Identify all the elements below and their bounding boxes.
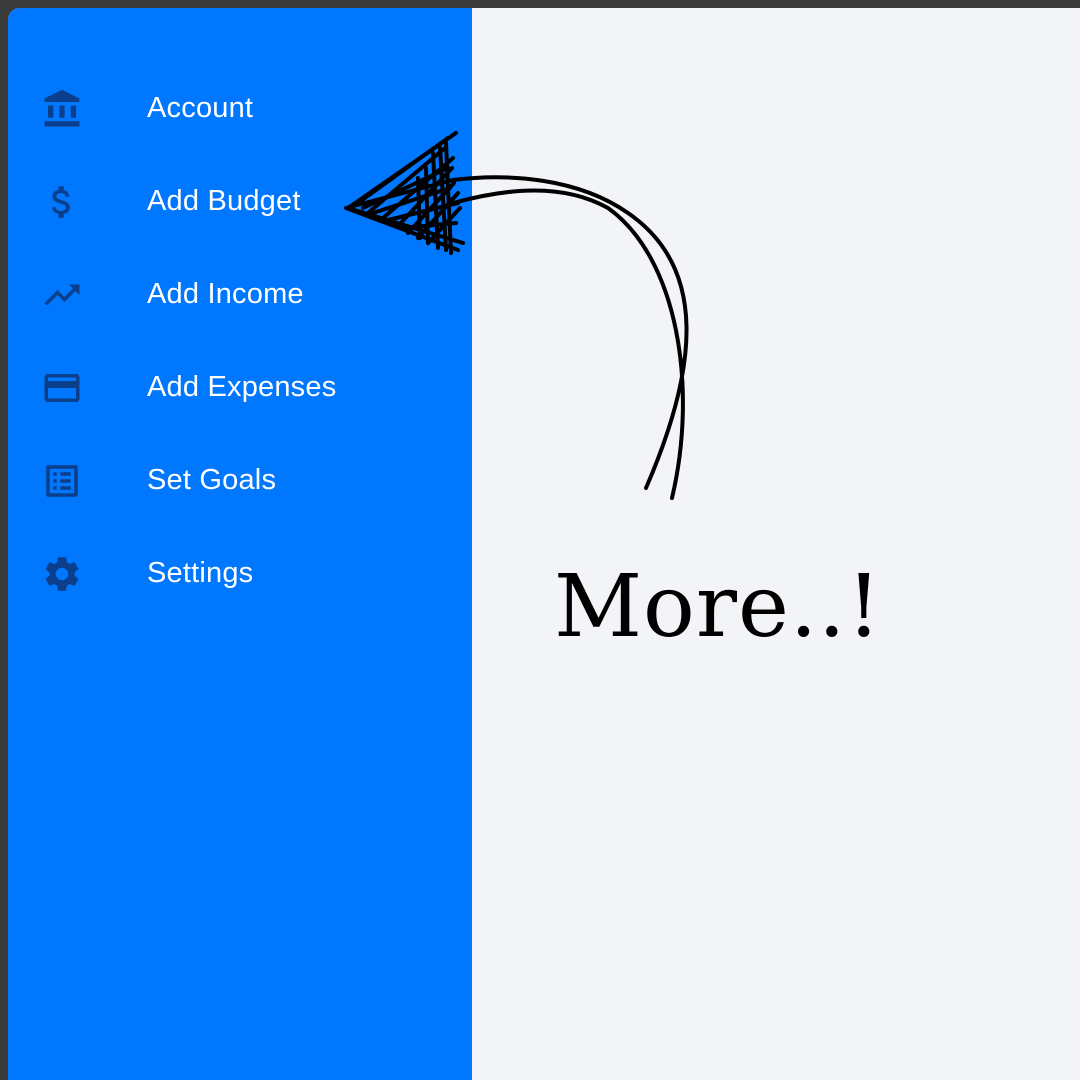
annotation-text: More..! (554, 557, 883, 657)
app-window: Account Add Budget Add Income Add Expens… (8, 8, 1080, 1080)
bank-icon (40, 87, 84, 131)
sidebar: Account Add Budget Add Income Add Expens… (8, 8, 472, 1080)
dollar-icon (40, 180, 84, 224)
gear-icon (40, 552, 84, 596)
sidebar-item-label: Settings (147, 557, 254, 589)
sidebar-item-add-expenses[interactable]: Add Expenses (8, 341, 472, 434)
main-content (472, 8, 1080, 1080)
list-icon (40, 459, 84, 503)
sidebar-item-account[interactable]: Account (8, 62, 472, 155)
credit-card-icon (40, 366, 84, 410)
sidebar-item-settings[interactable]: Settings (8, 527, 472, 620)
sidebar-item-label: Account (147, 92, 254, 124)
sidebar-nav: Account Add Budget Add Income Add Expens… (8, 62, 472, 620)
trending-up-icon (40, 273, 84, 317)
screen-frame: Account Add Budget Add Income Add Expens… (0, 0, 1080, 1080)
sidebar-item-label: Add Expenses (147, 371, 337, 403)
sidebar-item-set-goals[interactable]: Set Goals (8, 434, 472, 527)
sidebar-item-add-budget[interactable]: Add Budget (8, 155, 472, 248)
sidebar-item-label: Set Goals (147, 464, 277, 496)
sidebar-item-label: Add Income (147, 278, 304, 310)
sidebar-item-add-income[interactable]: Add Income (8, 248, 472, 341)
sidebar-item-label: Add Budget (147, 185, 301, 217)
